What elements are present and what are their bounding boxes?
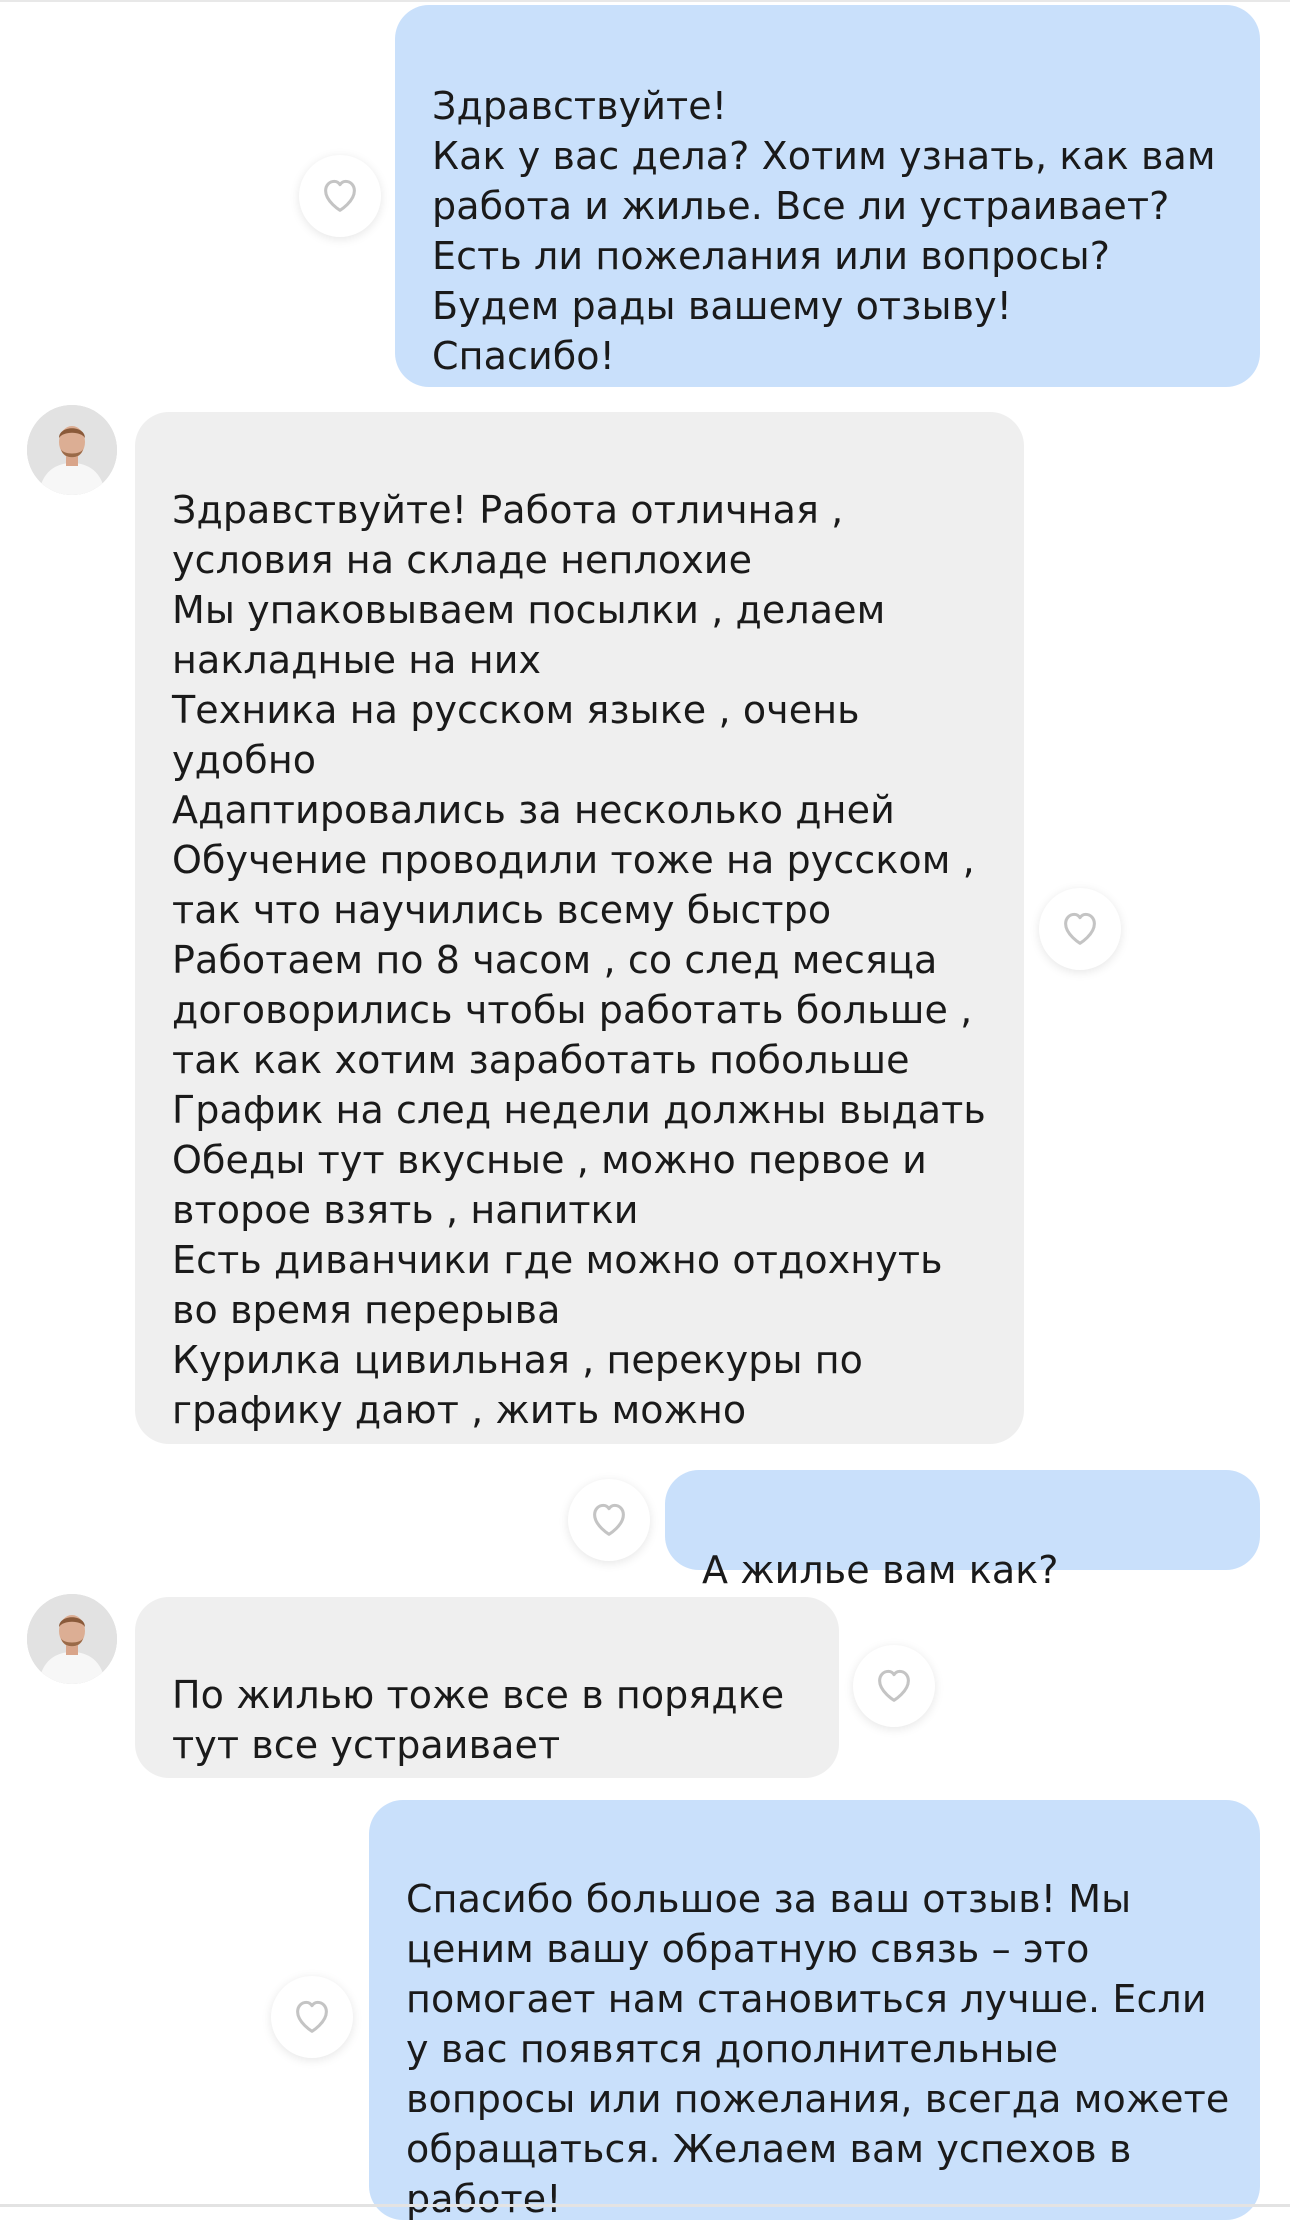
message-bubble-outgoing[interactable]: А жилье вам как? — [665, 1470, 1260, 1592]
like-button[interactable] — [853, 1645, 935, 1727]
message-text: Спасибо большое за ваш отзыв! Мы ценим в… — [406, 1877, 1230, 2221]
top-divider — [0, 0, 1290, 2]
like-button[interactable] — [299, 155, 381, 237]
heart-outline-icon — [871, 1661, 917, 1711]
message-text: А жилье вам как? — [702, 1548, 1059, 1592]
heart-outline-icon — [317, 171, 363, 221]
like-button[interactable] — [271, 1976, 353, 2058]
user-avatar[interactable] — [27, 405, 117, 495]
message-bubble-incoming[interactable]: Здравствуйте! Работа отличная , условия … — [135, 412, 1024, 1444]
message-bubble-outgoing[interactable]: Спасибо большое за ваш отзыв! Мы ценим в… — [369, 1800, 1260, 2221]
chat-thread: Здравствуйте! Как у вас дела? Хотим узна… — [0, 0, 1290, 2221]
heart-outline-icon — [289, 1992, 335, 2042]
like-button[interactable] — [1039, 888, 1121, 970]
heart-outline-icon — [586, 1495, 632, 1545]
user-avatar[interactable] — [27, 1594, 117, 1684]
message-bubble-incoming[interactable]: По жилью тоже все в порядке тут все устр… — [135, 1597, 839, 1778]
message-text: Здравствуйте! Работа отличная , условия … — [172, 488, 986, 1432]
heart-outline-icon — [1057, 904, 1103, 954]
message-bubble-outgoing[interactable]: Здравствуйте! Как у вас дела? Хотим узна… — [395, 5, 1260, 387]
message-text: Здравствуйте! Как у вас дела? Хотим узна… — [432, 84, 1216, 378]
like-button[interactable] — [568, 1479, 650, 1561]
message-text: По жилью тоже все в порядке тут все устр… — [172, 1673, 785, 1767]
